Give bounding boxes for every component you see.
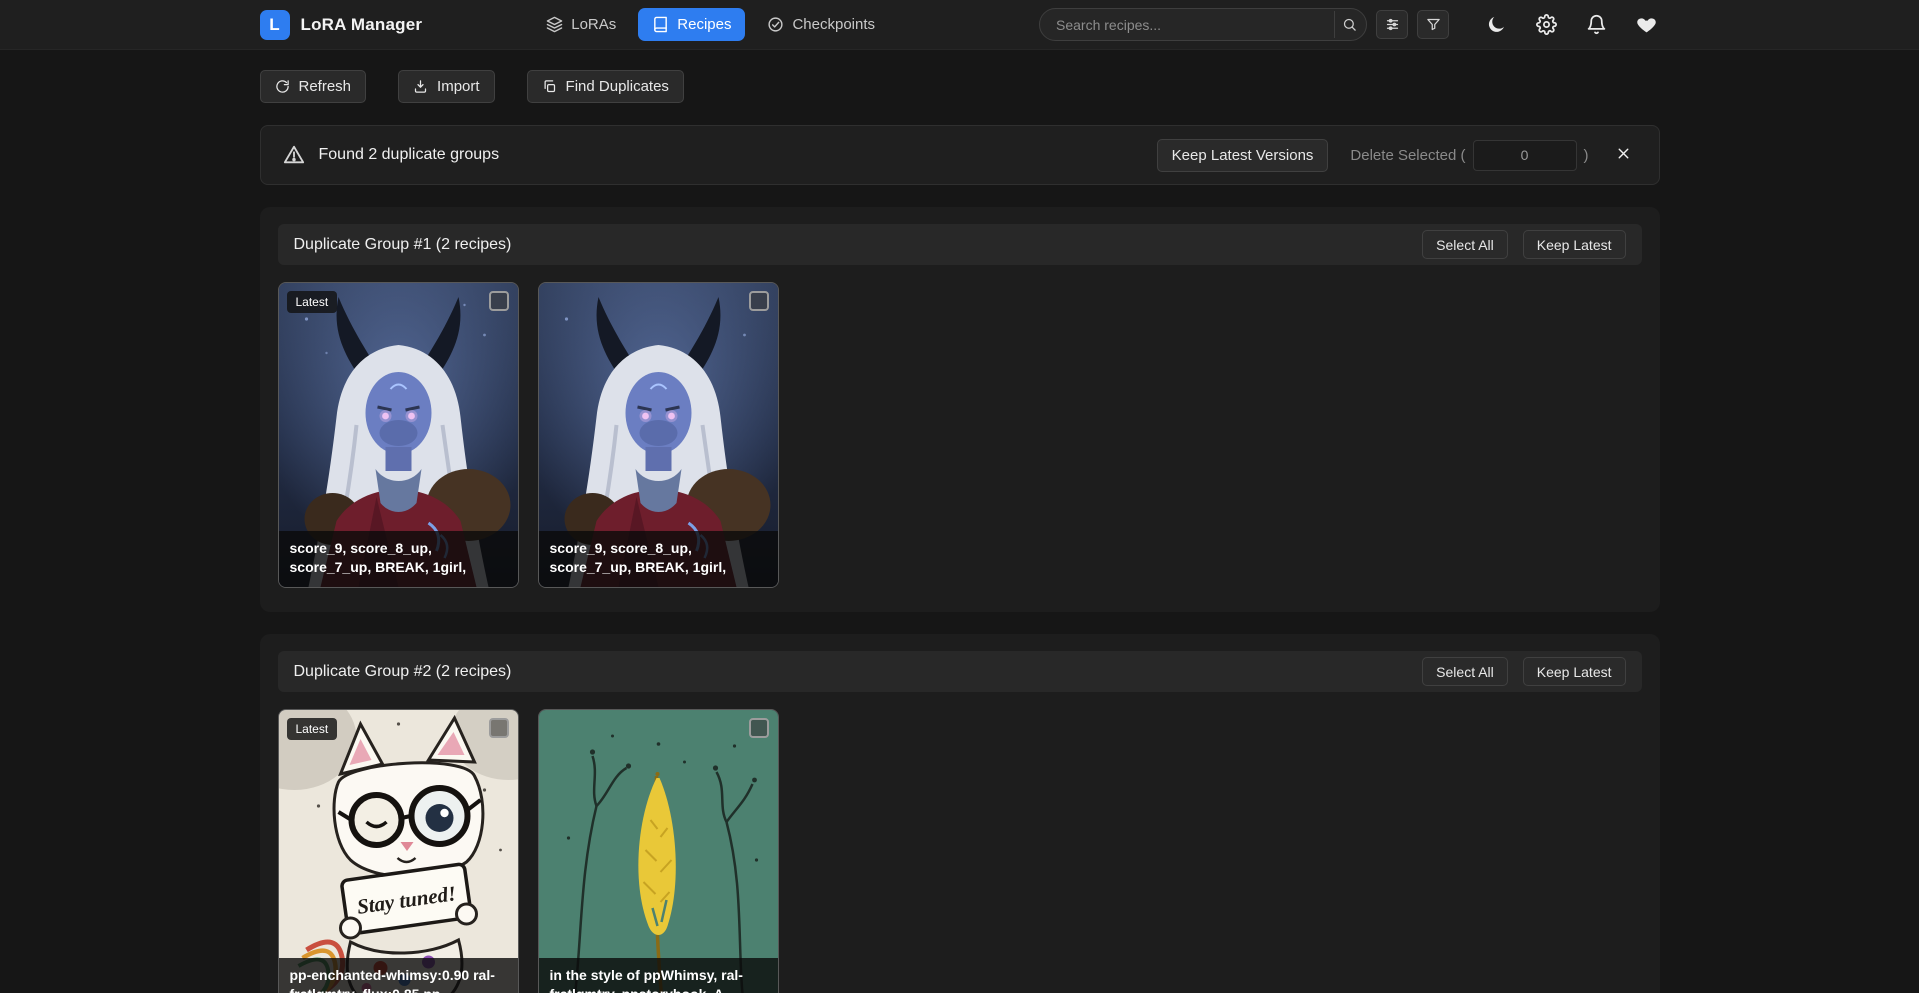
card-checkbox[interactable] bbox=[489, 718, 509, 738]
latest-badge: Latest bbox=[287, 291, 338, 313]
main-nav: LoRAs Recipes Checkpoints bbox=[532, 8, 889, 41]
recipe-card[interactable]: Latest score_9, score_8_up, score_7_up, … bbox=[278, 282, 519, 588]
search-icon bbox=[1342, 17, 1357, 32]
card-prompt: pp-enchanted-whimsy:0.90 ral-frctlgmtry_… bbox=[279, 958, 518, 993]
keep-latest-button[interactable]: Keep Latest bbox=[1523, 657, 1626, 686]
theme-toggle-button[interactable] bbox=[1484, 12, 1510, 38]
main-content: Refresh Import Find Duplicates Found 2 d… bbox=[260, 70, 1660, 993]
nav-tab-loras[interactable]: LoRAs bbox=[532, 8, 630, 41]
filter-button[interactable] bbox=[1417, 10, 1449, 39]
heart-icon bbox=[1636, 14, 1657, 35]
brand[interactable]: L LoRA Manager bbox=[260, 10, 423, 40]
import-label: Import bbox=[437, 78, 480, 95]
card-checkbox[interactable] bbox=[749, 718, 769, 738]
group-header: Duplicate Group #1 (2 recipes) Select Al… bbox=[278, 224, 1642, 265]
card-checkbox[interactable] bbox=[489, 291, 509, 311]
check-circle-icon bbox=[767, 16, 784, 33]
find-duplicates-label: Find Duplicates bbox=[566, 78, 669, 95]
card-prompt: in the style of ppWhimsy, ral-frctlgmtry… bbox=[539, 958, 778, 993]
delete-selected-prefix: Delete Selected ( bbox=[1350, 147, 1465, 164]
selected-count-input[interactable] bbox=[1473, 140, 1577, 171]
group-header: Duplicate Group #2 (2 recipes) Select Al… bbox=[278, 651, 1642, 692]
find-duplicates-button[interactable]: Find Duplicates bbox=[527, 70, 684, 103]
gear-icon bbox=[1536, 14, 1557, 35]
warning-icon bbox=[283, 144, 305, 166]
refresh-button[interactable]: Refresh bbox=[260, 70, 367, 103]
copy-icon bbox=[542, 79, 557, 94]
nav-tab-label: LoRAs bbox=[571, 16, 616, 33]
notifications-button[interactable] bbox=[1584, 12, 1610, 38]
select-all-button[interactable]: Select All bbox=[1422, 230, 1508, 259]
app-title: LoRA Manager bbox=[301, 15, 423, 35]
layers-icon bbox=[546, 16, 563, 33]
book-icon bbox=[652, 16, 669, 33]
group-title: Duplicate Group #2 (2 recipes) bbox=[294, 663, 512, 681]
card-prompt: score_9, score_8_up, score_7_up, BREAK, … bbox=[279, 531, 518, 587]
search-cluster bbox=[1039, 8, 1449, 41]
toolbar: Refresh Import Find Duplicates bbox=[260, 70, 1660, 103]
card-prompt: score_9, score_8_up, score_7_up, BREAK, … bbox=[539, 531, 778, 587]
nav-tab-label: Checkpoints bbox=[792, 16, 875, 33]
settings-button[interactable] bbox=[1534, 12, 1560, 38]
favorites-button[interactable] bbox=[1634, 12, 1660, 38]
recipe-card[interactable]: in the style of ppWhimsy, ral-frctlgmtry… bbox=[538, 709, 779, 993]
recipe-card[interactable]: Stay tuned! Latest pp-enchanted-whimsy:0… bbox=[278, 709, 519, 993]
search-input[interactable] bbox=[1039, 8, 1367, 41]
navbar: L LoRA Manager LoRAs Recipes bbox=[0, 0, 1919, 50]
recipe-image bbox=[539, 710, 778, 993]
nav-tab-checkpoints[interactable]: Checkpoints bbox=[753, 8, 889, 41]
nav-tab-recipes[interactable]: Recipes bbox=[638, 8, 745, 41]
duplicates-alert-banner: Found 2 duplicate groups Keep Latest Ver… bbox=[260, 125, 1660, 185]
group-title: Duplicate Group #1 (2 recipes) bbox=[294, 236, 512, 254]
recipe-card[interactable]: score_9, score_8_up, score_7_up, BREAK, … bbox=[538, 282, 779, 588]
nav-tab-label: Recipes bbox=[677, 16, 731, 33]
delete-selected-control[interactable]: Delete Selected ( ) bbox=[1350, 140, 1588, 171]
latest-badge: Latest bbox=[287, 718, 338, 740]
app-logo-icon: L bbox=[260, 10, 290, 40]
alert-close-button[interactable] bbox=[1611, 142, 1637, 168]
refresh-icon bbox=[275, 79, 290, 94]
recipe-image: Stay tuned! bbox=[279, 710, 518, 993]
sliders-icon bbox=[1385, 17, 1400, 32]
funnel-icon bbox=[1426, 17, 1441, 32]
refresh-label: Refresh bbox=[299, 78, 352, 95]
navbar-utility-icons bbox=[1484, 12, 1660, 38]
card-checkbox[interactable] bbox=[749, 291, 769, 311]
sort-options-button[interactable] bbox=[1376, 10, 1408, 39]
keep-latest-versions-button[interactable]: Keep Latest Versions bbox=[1157, 139, 1329, 172]
import-button[interactable]: Import bbox=[398, 70, 495, 103]
close-icon bbox=[1615, 145, 1632, 162]
search-button[interactable] bbox=[1334, 11, 1364, 38]
keep-latest-button[interactable]: Keep Latest bbox=[1523, 230, 1626, 259]
import-icon bbox=[413, 79, 428, 94]
delete-selected-suffix: ) bbox=[1584, 147, 1589, 164]
duplicate-group-2: Duplicate Group #2 (2 recipes) Select Al… bbox=[260, 634, 1660, 993]
select-all-button[interactable]: Select All bbox=[1422, 657, 1508, 686]
duplicate-group-1: Duplicate Group #1 (2 recipes) Select Al… bbox=[260, 207, 1660, 612]
bell-icon bbox=[1586, 14, 1607, 35]
moon-icon bbox=[1486, 14, 1507, 35]
alert-message: Found 2 duplicate groups bbox=[319, 146, 500, 164]
